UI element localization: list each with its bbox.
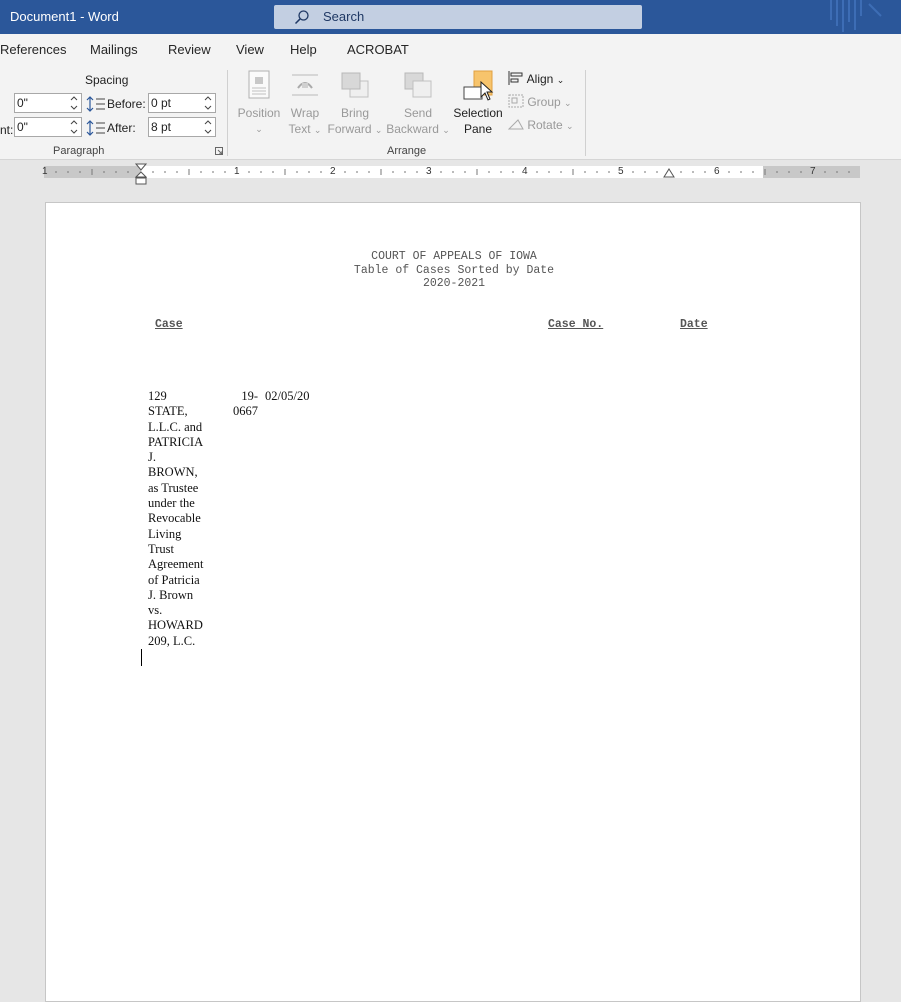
arrange-group-label: Arrange (387, 145, 427, 157)
position-button[interactable]: Position ⌄ (234, 105, 284, 137)
dropdown-arrow-icon: ⌄ (313, 125, 322, 135)
tab-review[interactable]: Review (168, 42, 211, 57)
rotate-icon (507, 119, 524, 130)
position-icon (248, 70, 270, 99)
spacing-after-input[interactable]: 8 pt (148, 117, 216, 137)
ruler-number: 5 (618, 166, 624, 177)
rotate-button[interactable]: Rotate ⌄ (507, 117, 574, 132)
send-backward-icon (404, 72, 432, 98)
window-title: Document1 - Word (10, 9, 119, 24)
ruler-number: 1 (42, 166, 48, 177)
indent-marker-icon[interactable] (135, 163, 147, 185)
spin-arrows-icon[interactable] (204, 118, 212, 136)
header-line-2: Table of Cases Sorted by Date (353, 264, 555, 277)
search-placeholder: Search (323, 9, 365, 24)
align-icon (508, 71, 523, 85)
column-header-case-no: Case No. (548, 318, 604, 331)
title-bar-pattern-icon (830, 0, 882, 32)
tab-help[interactable]: Help (290, 42, 317, 57)
before-label: Before: (107, 97, 146, 111)
tab-mailings[interactable]: Mailings (90, 42, 138, 57)
bring-forward-icon (341, 72, 369, 98)
title-bar: Document1 - Word Search (0, 0, 901, 34)
spacing-after-icon (86, 120, 105, 136)
tab-view[interactable]: View (236, 42, 264, 57)
wrap-text-icon (292, 74, 318, 96)
indent-left-input[interactable]: 0" (14, 93, 82, 113)
wrap-text-button[interactable]: Wrap Text ⌄ (284, 105, 326, 138)
text-cursor (141, 649, 142, 666)
header-line-1: COURT OF APPEALS OF IOWA (371, 250, 537, 263)
search-icon (294, 10, 309, 25)
document-page[interactable]: COURT OF APPEALS OF IOWA Table of Cases … (45, 202, 861, 1002)
dropdown-arrow-icon: ⌄ (556, 75, 565, 85)
tab-references[interactable]: References (0, 42, 66, 57)
align-button[interactable]: Align ⌄ (508, 71, 564, 86)
send-backward-button[interactable]: Send Backward ⌄ (385, 105, 451, 138)
ruler-number: 6 (714, 166, 720, 177)
case-cell: 129 STATE, L.L.C. and PATRICIA J. BROWN,… (148, 389, 204, 648)
ruler-number: 4 (522, 166, 528, 177)
indent-right-input[interactable]: 0" (14, 117, 82, 137)
right-indent-marker-icon[interactable] (663, 168, 675, 179)
dropdown-arrow-icon: ⌄ (255, 124, 263, 134)
spin-arrows-icon[interactable] (70, 94, 78, 112)
selection-pane-icon (463, 70, 494, 101)
column-header-case: Case (155, 318, 183, 331)
selection-pane-button[interactable]: Selection Pane (450, 105, 506, 137)
header-line-3: 2020-2021 (422, 277, 486, 290)
ribbon: Spacing nt: 0" 0" Before: 0 pt After: 8 … (0, 64, 901, 160)
dropdown-arrow-icon: ⌄ (374, 125, 383, 135)
ruler-number: 3 (426, 166, 432, 177)
bring-forward-button[interactable]: Bring Forward ⌄ (326, 105, 384, 138)
search-box[interactable]: Search (274, 5, 642, 29)
group-separator (585, 70, 586, 156)
dropdown-arrow-icon: ⌄ (566, 121, 574, 131)
ribbon-tabs: References Mailings Review View Help ACR… (0, 34, 901, 64)
spacing-before-input[interactable]: 0 pt (148, 93, 216, 113)
ruler-number: 2 (330, 166, 336, 177)
spacing-before-icon (86, 96, 105, 112)
spin-arrows-icon[interactable] (204, 94, 212, 112)
after-label: After: (107, 121, 136, 135)
case-number-cell: 19- 0667 (233, 389, 258, 419)
dropdown-arrow-icon: ⌄ (564, 98, 572, 108)
date-cell: 02/05/20 (265, 389, 310, 403)
group-icon (508, 94, 524, 108)
group-button[interactable]: Group ⌄ (508, 94, 572, 109)
ruler-number: 7 (810, 166, 816, 177)
spacing-heading: Spacing (85, 73, 129, 87)
indent-right-label: nt: (0, 123, 14, 137)
dialog-launcher-icon[interactable] (215, 147, 223, 155)
group-separator (227, 70, 228, 156)
dropdown-arrow-icon: ⌄ (442, 125, 450, 135)
column-header-date: Date (680, 318, 708, 331)
tab-acrobat[interactable]: ACROBAT (347, 42, 409, 57)
paragraph-group-label: Paragraph (53, 145, 105, 157)
spin-arrows-icon[interactable] (70, 118, 78, 136)
ruler-number: 1 (234, 166, 240, 177)
ruler-ticks (55, 169, 850, 175)
